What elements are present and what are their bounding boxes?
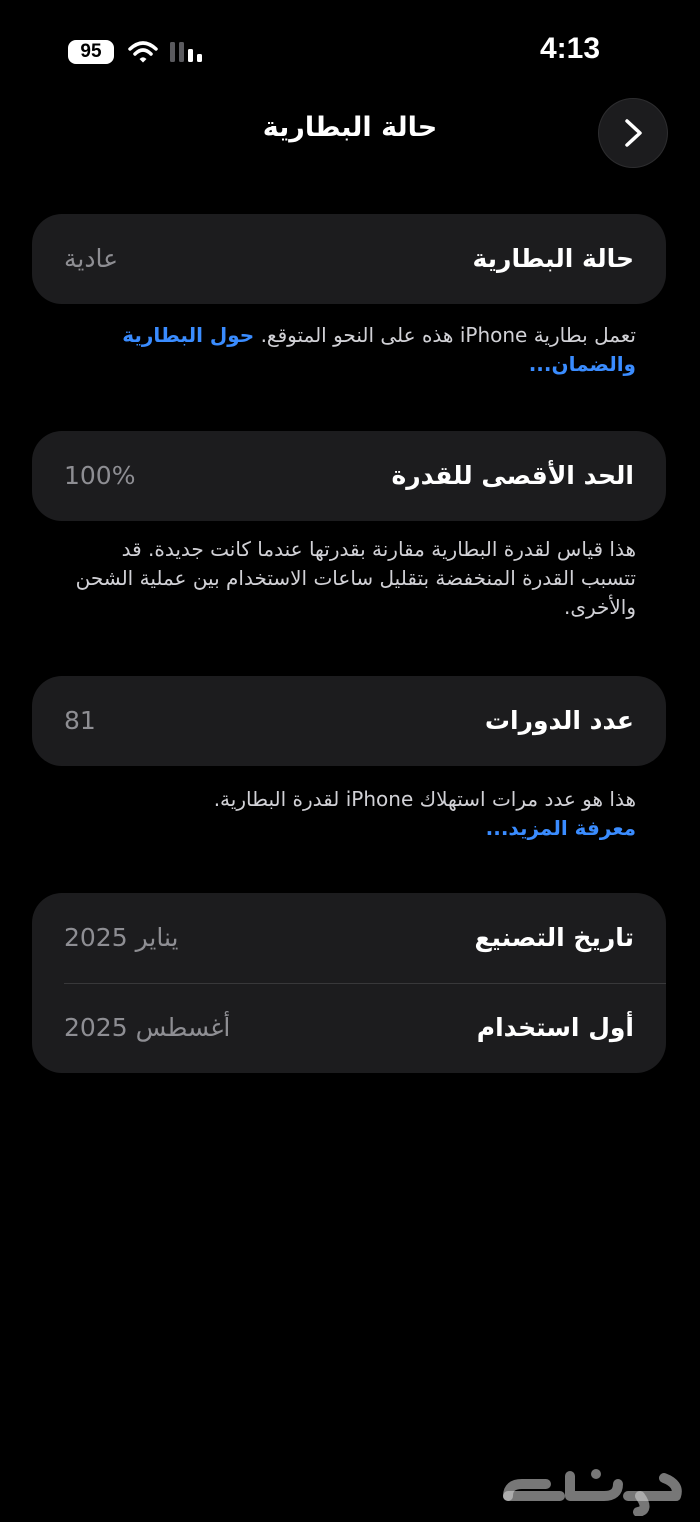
battery-health-label: حالة البطارية — [472, 244, 635, 273]
wifi-icon — [128, 40, 158, 68]
cycle-count-footnote: هذا هو عدد مرات استهلاك iPhone لقدرة الب… — [64, 785, 636, 843]
dates-card: تاريخ التصنيع يناير 2025 أول استخدام أغس… — [32, 893, 666, 1073]
battery-health-footnote: تعمل بطارية iPhone هذه على النحو المتوقع… — [64, 321, 636, 379]
status-time: 4:13 — [539, 32, 600, 65]
max-capacity-value: 100% — [64, 461, 136, 490]
battery-health-row[interactable]: حالة البطارية عادية — [32, 214, 666, 304]
cycle-count-card[interactable]: عدد الدورات 81 — [32, 676, 666, 766]
back-button[interactable] — [598, 98, 668, 168]
navigation-bar: حالة البطارية — [0, 98, 700, 170]
manufacture-date-row: تاريخ التصنيع يناير 2025 — [32, 893, 666, 983]
cycle-count-description: هذا هو عدد مرات استهلاك iPhone لقدرة الب… — [213, 787, 636, 811]
page-title: حالة البطارية — [262, 112, 438, 143]
battery-health-description: تعمل بطارية iPhone هذه على النحو المتوقع… — [260, 323, 636, 347]
first-use-value: أغسطس 2025 — [64, 1013, 231, 1042]
cycle-count-label: عدد الدورات — [484, 706, 634, 735]
max-capacity-row[interactable]: الحد الأقصى للقدرة 100% — [32, 431, 666, 521]
battery-health-value: عادية — [64, 244, 119, 273]
max-capacity-label: الحد الأقصى للقدرة — [391, 461, 634, 490]
battery-level-badge: 95 — [68, 40, 114, 64]
first-use-row: أول استخدام أغسطس 2025 — [32, 983, 666, 1073]
cycle-count-value: 81 — [64, 706, 96, 735]
status-bar: 95 4:13 — [0, 0, 700, 100]
haraj-watermark-logo — [500, 1462, 690, 1517]
max-capacity-card[interactable]: الحد الأقصى للقدرة 100% — [32, 431, 666, 521]
cycle-count-row[interactable]: عدد الدورات 81 — [32, 676, 666, 766]
chevron-right-icon — [625, 119, 642, 147]
learn-more-link[interactable]: معرفة المزيد... — [64, 814, 636, 843]
manufacture-date-value: يناير 2025 — [64, 923, 179, 952]
first-use-label: أول استخدام — [476, 1013, 634, 1042]
manufacture-date-label: تاريخ التصنيع — [474, 923, 634, 952]
cellular-signal-icon — [168, 40, 206, 68]
battery-health-card[interactable]: حالة البطارية عادية — [32, 214, 666, 304]
max-capacity-footnote: هذا قياس لقدرة البطارية مقارنة بقدرتها ع… — [75, 537, 636, 619]
